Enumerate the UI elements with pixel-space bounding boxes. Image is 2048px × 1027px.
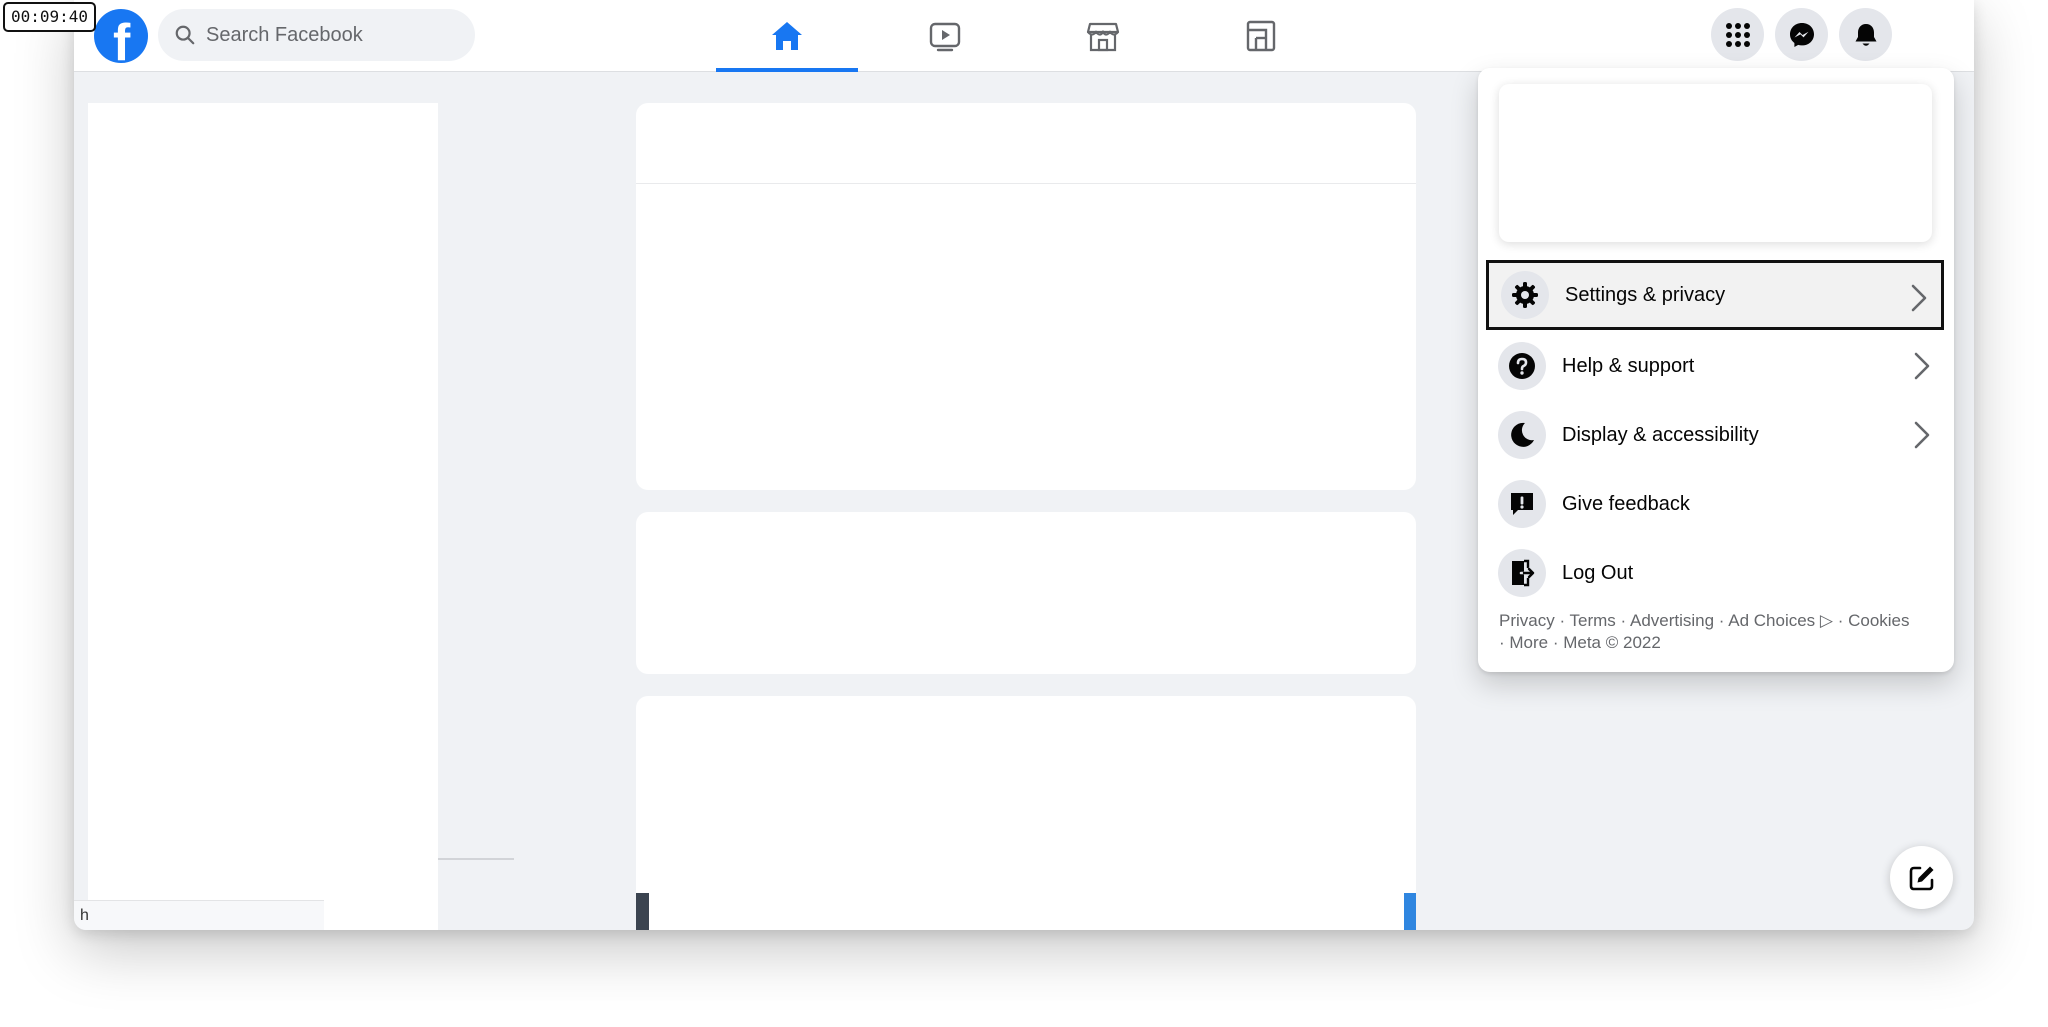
- footer-links-line2[interactable]: · More · Meta © 2022: [1499, 632, 1944, 654]
- tab-home[interactable]: [716, 0, 858, 72]
- profile-card[interactable]: [1499, 84, 1932, 242]
- browser-window: f Search Facebook h Settings & privacy H…: [74, 0, 1974, 930]
- chevron-right-icon: [1911, 284, 1927, 312]
- menu-item-label: Display & accessibility: [1562, 423, 1759, 446]
- messenger-icon: [1789, 22, 1814, 47]
- new-message-button[interactable]: [1890, 846, 1953, 909]
- account-menu: Settings & privacy Help & support Displa…: [1478, 68, 1954, 672]
- feed-card-stories: [636, 512, 1416, 674]
- question-icon: [1498, 342, 1546, 390]
- menu-button[interactable]: [1711, 8, 1764, 61]
- footer-links[interactable]: Privacy · Terms · Advertising · Ad Choic…: [1499, 610, 1944, 654]
- search-box[interactable]: [158, 9, 475, 61]
- messenger-button[interactable]: [1775, 8, 1828, 61]
- left-sidebar-placeholder: [88, 103, 438, 930]
- search-input[interactable]: [206, 23, 446, 47]
- menu-item-give-feedback[interactable]: Give feedback: [1486, 469, 1944, 539]
- menu-item-label: Give feedback: [1562, 492, 1690, 515]
- notifications-button[interactable]: [1839, 8, 1892, 61]
- tab-watch[interactable]: [874, 0, 1016, 72]
- facebook-logo[interactable]: f: [94, 9, 148, 63]
- gaming-icon: [1246, 20, 1276, 52]
- menu-item-label: Log Out: [1562, 561, 1634, 584]
- tab-marketplace[interactable]: [1032, 0, 1174, 72]
- chevron-right-icon: [1914, 421, 1930, 449]
- card-divider: [636, 183, 1416, 184]
- home-icon: [772, 22, 802, 50]
- logout-icon: [1498, 549, 1546, 597]
- marketplace-store-icon: [1086, 22, 1120, 52]
- gear-icon: [1501, 271, 1549, 319]
- post-image-edge-right: [1404, 893, 1416, 930]
- menu-item-label: Help & support: [1562, 354, 1695, 377]
- tab-gaming[interactable]: [1190, 0, 1332, 72]
- video-play-icon: [929, 22, 961, 52]
- moon-icon: [1498, 411, 1546, 459]
- compose-edit-icon: [1909, 866, 1933, 890]
- menu-item-display-accessibility[interactable]: Display & accessibility: [1486, 400, 1944, 470]
- menu-item-settings-privacy[interactable]: Settings & privacy: [1486, 260, 1944, 330]
- menu-item-label: Settings & privacy: [1565, 283, 1726, 306]
- menu-item-help-support[interactable]: Help & support: [1486, 331, 1944, 401]
- top-navigation-bar: f: [74, 0, 1974, 72]
- chevron-right-icon: [1914, 352, 1930, 380]
- footer-links-line1[interactable]: Privacy · Terms · Advertising · Ad Choic…: [1499, 610, 1944, 632]
- post-image-edge-left: [636, 893, 649, 930]
- menu-grid-icon: [1725, 22, 1750, 47]
- menu-item-log-out[interactable]: Log Out: [1486, 538, 1944, 608]
- feed-card-post: [636, 696, 1416, 930]
- status-strip: h: [74, 900, 324, 930]
- left-divider: [438, 858, 514, 860]
- notifications-bell-icon: [1855, 23, 1876, 46]
- recording-timer: 00:09:40: [3, 2, 97, 32]
- feedback-icon: [1498, 480, 1546, 528]
- facebook-logo-letter: f: [113, 14, 131, 63]
- search-icon: [175, 25, 195, 45]
- feed-card-composer: [636, 103, 1416, 490]
